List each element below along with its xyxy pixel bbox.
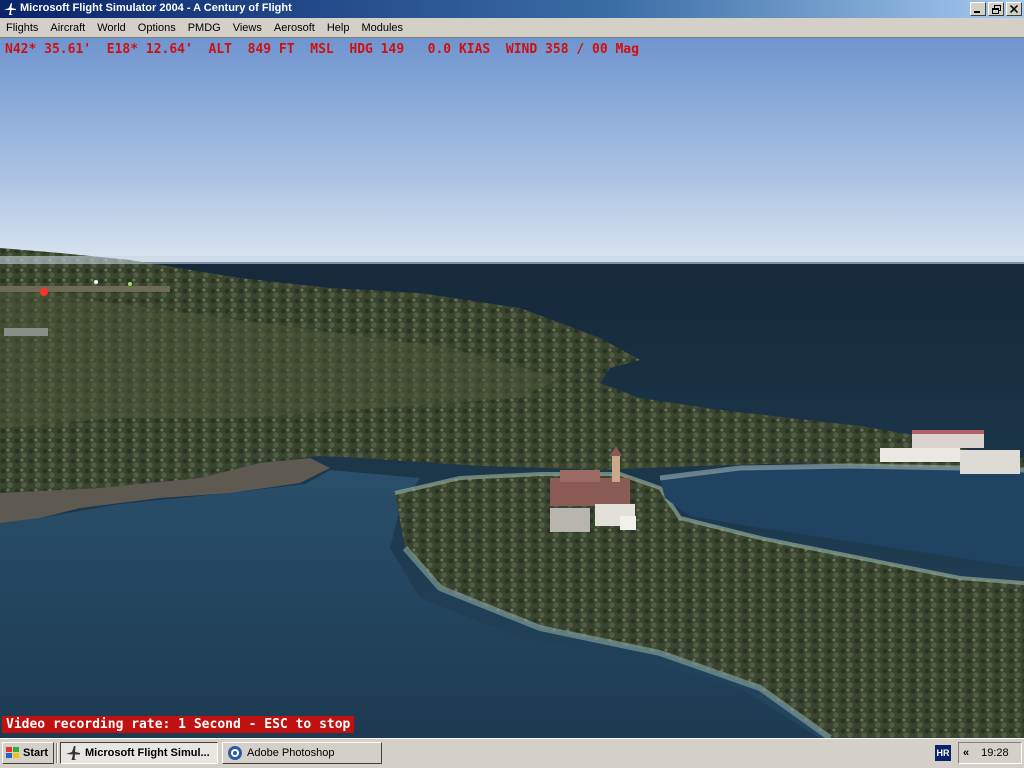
task-label: Microsoft Flight Simul... <box>85 747 210 759</box>
photoshop-icon <box>228 746 242 760</box>
airplane-icon <box>4 3 16 15</box>
close-icon <box>1010 5 1018 13</box>
horizon-haze <box>0 256 1024 264</box>
language-indicator[interactable]: HR <box>935 745 951 761</box>
menu-views[interactable]: Views <box>227 18 268 38</box>
menu-aircraft[interactable]: Aircraft <box>44 18 91 38</box>
menu-options[interactable]: Options <box>132 18 182 38</box>
scenery-viewport[interactable]: N42* 35.61' E18* 12.64' ALT 849 FT MSL H… <box>0 38 1024 738</box>
hud-readout: N42* 35.61' E18* 12.64' ALT 849 FT MSL H… <box>5 42 639 57</box>
close-button[interactable] <box>1006 2 1022 16</box>
menu-flights[interactable]: Flights <box>0 18 44 38</box>
minimize-icon <box>974 11 980 13</box>
clock[interactable]: 19:28 <box>981 747 1009 759</box>
title-bar[interactable]: Microsoft Flight Simulator 2004 - A Cent… <box>0 0 1024 18</box>
windows-logo-icon <box>6 747 19 758</box>
start-button[interactable]: Start <box>2 742 54 764</box>
airplane-icon <box>66 746 80 760</box>
menu-bar: Flights Aircraft World Options PMDG View… <box>0 18 1024 38</box>
system-tray: « 19:28 <box>958 742 1022 764</box>
start-label: Start <box>23 747 49 759</box>
menu-world[interactable]: World <box>91 18 132 38</box>
task-flight-simulator[interactable]: Microsoft Flight Simul... <box>60 742 218 764</box>
task-photoshop[interactable]: Adobe Photoshop <box>222 742 382 764</box>
window-title: Microsoft Flight Simulator 2004 - A Cent… <box>20 2 292 14</box>
sky <box>0 38 1024 266</box>
window-controls <box>970 2 1022 16</box>
menu-pmdg[interactable]: PMDG <box>182 18 227 38</box>
menu-aerosoft[interactable]: Aerosoft <box>268 18 321 38</box>
taskbar-separator <box>56 743 58 763</box>
task-label: Adobe Photoshop <box>247 747 335 759</box>
menu-modules[interactable]: Modules <box>355 18 409 38</box>
restore-button[interactable] <box>988 2 1004 16</box>
minimize-button[interactable] <box>970 2 986 16</box>
recording-banner: Video recording rate: 1 Second - ESC to … <box>2 716 355 733</box>
tray-expand-icon[interactable]: « <box>963 747 969 759</box>
taskbar: Start Microsoft Flight Simul... Adobe Ph… <box>0 738 1024 768</box>
scenery-render <box>0 38 1024 738</box>
menu-help[interactable]: Help <box>321 18 356 38</box>
restore-icon <box>991 4 1001 14</box>
